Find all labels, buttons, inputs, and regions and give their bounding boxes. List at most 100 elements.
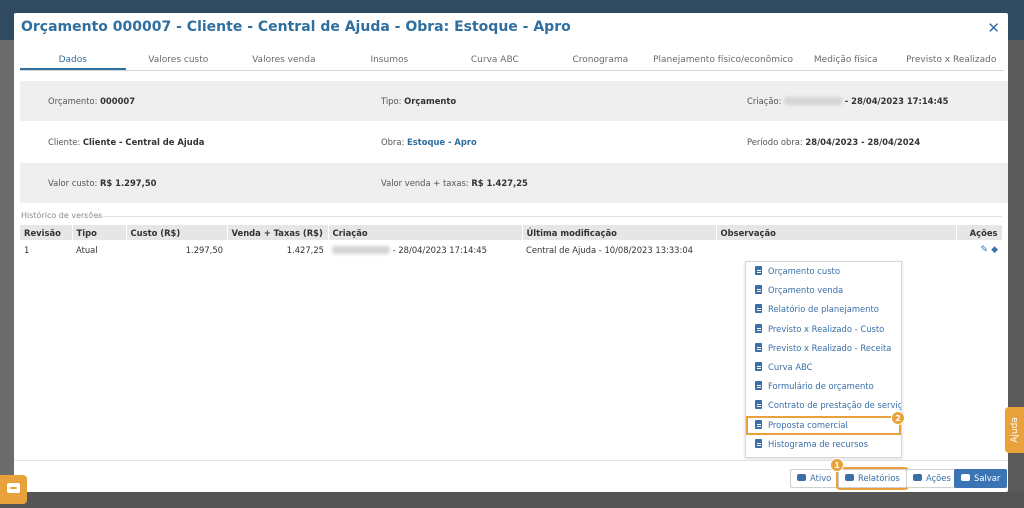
tab-cronograma[interactable]: Cronograma [548, 49, 654, 70]
valor-venda-field: Valor venda + taxas: R$ 1.427,25 [381, 163, 528, 203]
redacted-name [332, 245, 390, 254]
menu-item-previsto-receita[interactable]: Previsto x Realizado - Receita [746, 339, 901, 358]
chat-button[interactable] [0, 475, 27, 504]
valor-custo-label: Valor custo: [48, 178, 98, 188]
modal-footer: Ativo Relatórios Ações Salvar [14, 460, 1008, 492]
valor-custo-field: Valor custo: R$ 1.297,50 [48, 163, 156, 203]
ativo-button[interactable]: Ativo [790, 469, 839, 488]
valor-venda-label: Valor venda + taxas: [381, 178, 469, 188]
tipo-field: Tipo: Orçamento [381, 81, 456, 121]
revisao-cell: 1 [24, 244, 30, 255]
table-row[interactable]: 1 Atual 1.297,50 1.427,25 - 28/04/2023 1… [20, 240, 1002, 259]
reports-dropdown: Orçamento custo Orçamento venda Relatóri… [745, 261, 902, 458]
orcamento-field: Orçamento: 000007 [48, 81, 135, 121]
menu-item-curva-abc[interactable]: Curva ABC [746, 358, 901, 377]
history-header-row: Revisão Tipo Custo (R$) Venda + Taxas (R… [20, 225, 1003, 240]
tab-bar: Dados Valores custo Valores venda Insumo… [20, 49, 1004, 71]
relatorios-button[interactable]: Relatórios [836, 467, 909, 490]
save-icon [961, 474, 970, 481]
col-observacao[interactable]: Observação [716, 225, 957, 240]
cliente-field: Cliente: Cliente - Central de Ajuda [48, 122, 204, 162]
salvar-button[interactable]: Salvar [954, 469, 1008, 488]
relatorios-label: Relatórios [858, 473, 900, 483]
ativo-label: Ativo [810, 473, 832, 483]
menu-item-orcamento-custo[interactable]: Orçamento custo [746, 262, 901, 281]
document-icon [755, 438, 762, 448]
tipo-cell: Atual [76, 244, 98, 255]
tab-valores-custo[interactable]: Valores custo [126, 49, 232, 70]
menu-item-formulario-orcamento[interactable]: Formulário de orçamento [746, 377, 901, 396]
salvar-label: Salvar [974, 473, 1001, 483]
menu-item-previsto-custo[interactable]: Previsto x Realizado - Custo [746, 320, 901, 339]
close-icon[interactable]: ✕ [987, 19, 1000, 37]
tab-valores-venda[interactable]: Valores venda [231, 49, 337, 70]
obra-link[interactable]: Estoque - Apro [407, 137, 477, 147]
orcamento-label: Orçamento: [48, 96, 98, 106]
ultima-modificacao-cell: Central de Ajuda - 10/08/2023 13:33:04 [526, 244, 693, 255]
orcamento-value: 000007 [100, 96, 136, 106]
col-criacao[interactable]: Criação [328, 225, 523, 240]
tab-curva-abc[interactable]: Curva ABC [442, 49, 548, 70]
tag-icon[interactable]: ◆ [991, 245, 998, 255]
obra-field: Obra: Estoque - Apro [381, 122, 477, 162]
criacao-label: Criação: [747, 96, 782, 106]
budget-modal: Orçamento 000007 - Cliente - Central de … [14, 13, 1008, 492]
menu-item-contrato-servico[interactable]: Contrato de prestação de serviço [746, 396, 901, 415]
menu-item-relatorio-planejamento[interactable]: Relatório de planejamento [746, 300, 901, 319]
document-icon [755, 285, 762, 295]
history-divider [82, 216, 1002, 217]
menu-item-label: Orçamento custo [768, 266, 840, 276]
info-row-2: Cliente: Cliente - Central de Ajuda Obra… [20, 122, 1008, 162]
document-icon [755, 419, 762, 429]
col-venda[interactable]: Venda + Taxas (R$) [227, 225, 329, 240]
menu-item-histograma-recursos[interactable]: Histograma de recursos [746, 435, 901, 454]
valor-venda-value: R$ 1.427,25 [471, 178, 528, 188]
menu-item-label: Histograma de recursos [768, 438, 868, 449]
valor-custo-value: R$ 1.297,50 [99, 178, 157, 188]
actions-icon [913, 474, 922, 481]
tab-dados[interactable]: Dados [20, 49, 126, 70]
menu-item-label: Proposta comercial [768, 419, 848, 430]
tab-medicao-fisica[interactable]: Medição física [793, 49, 899, 70]
acoes-cell: ✎ ◆ [956, 240, 1002, 259]
tab-insumos[interactable]: Insumos [337, 49, 443, 70]
tab-planejamento[interactable]: Planejamento físico/econômico [653, 49, 793, 70]
background-footer [0, 492, 1024, 508]
tipo-value: Orçamento [404, 96, 457, 106]
obra-label: Obra: [381, 137, 405, 147]
observacao-cell [716, 240, 956, 259]
step-badge-2: 2 [891, 411, 905, 425]
menu-item-orcamento-venda[interactable]: Orçamento venda [746, 281, 901, 300]
menu-item-label: Curva ABC [768, 361, 813, 372]
periodo-value: 28/04/2023 - 28/04/2024 [805, 137, 921, 147]
chat-icon [7, 483, 20, 493]
col-ultima-modificacao[interactable]: Última modificação [522, 225, 717, 240]
tab-previsto-realizado[interactable]: Previsto x Realizado [898, 49, 1004, 70]
modal-title: Orçamento 000007 - Cliente - Central de … [21, 19, 571, 35]
criacao-field: Criação: - 28/04/2023 17:14:45 [747, 81, 949, 121]
help-tab[interactable]: Ajuda [1005, 407, 1024, 453]
menu-item-proposta-comercial[interactable]: Proposta comercial [746, 415, 901, 435]
periodo-label: Período obra: [747, 137, 803, 147]
document-icon [755, 266, 762, 275]
criacao-cell: - 28/04/2023 17:14:45 [328, 240, 522, 259]
info-row-3: Valor custo: R$ 1.297,50 Valor venda + t… [20, 163, 1008, 203]
tipo-label: Tipo: [381, 96, 402, 106]
document-icon [755, 400, 762, 410]
document-icon [755, 361, 762, 371]
col-revisao[interactable]: Revisão [20, 225, 73, 240]
redacted-name [784, 97, 843, 105]
periodo-field: Período obra: 28/04/2023 - 28/04/2024 [747, 122, 920, 162]
help-label: Ajuda [1009, 417, 1020, 443]
document-icon [755, 304, 762, 314]
col-acoes: Ações [956, 225, 1003, 240]
acoes-button[interactable]: Ações [906, 469, 958, 488]
document-icon [755, 381, 762, 391]
step-badge-1: 1 [830, 458, 844, 472]
menu-item-label: Relatório de planejamento [768, 304, 879, 315]
print-icon [845, 474, 854, 481]
col-custo[interactable]: Custo (R$) [126, 225, 228, 240]
menu-item-label: Contrato de prestação de serviço [768, 400, 901, 411]
col-tipo[interactable]: Tipo [72, 225, 127, 240]
pencil-icon[interactable]: ✎ [981, 245, 989, 255]
